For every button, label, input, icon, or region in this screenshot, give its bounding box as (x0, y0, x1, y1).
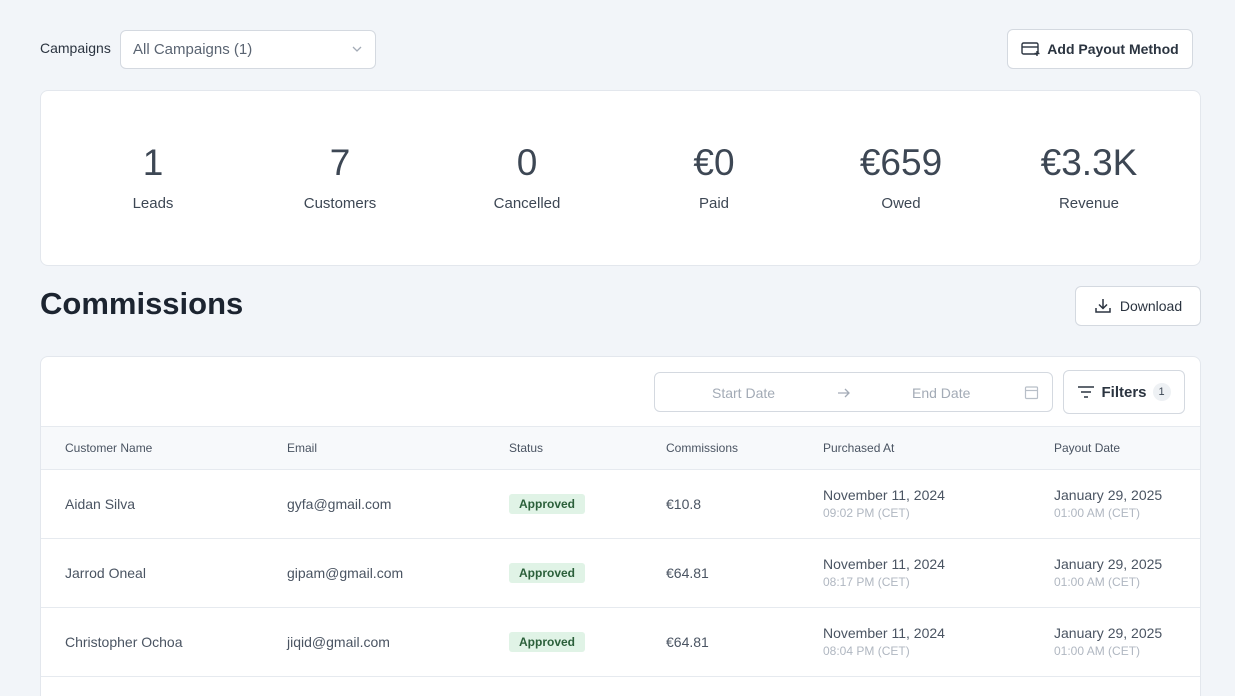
commission-amount: €10.8 (666, 496, 702, 512)
stat-label: Cancelled (493, 195, 561, 212)
filters-count-badge: 1 (1152, 383, 1171, 401)
stat-value: 7 (329, 142, 351, 183)
filter-lines-icon (1078, 386, 1095, 398)
stat-leads: 1 Leads (73, 141, 233, 212)
customer-name: Aidan Silva (65, 496, 136, 512)
customer-email: jiqid@gmail.com (287, 634, 390, 650)
stat-paid: €0 Paid (634, 141, 794, 212)
status-badge: Approved (509, 494, 586, 514)
customer-name: Christopher Ochoa (65, 634, 183, 650)
chevron-down-icon (352, 46, 362, 52)
purchased-date: November 11, 2024 (823, 487, 945, 503)
stat-value: €3.3K (1040, 142, 1138, 183)
stat-label: Customers (303, 195, 377, 212)
page-title: Commissions (40, 286, 244, 321)
column-header[interactable]: Status (509, 441, 543, 455)
date-range-picker[interactable]: Start Date End Date (654, 372, 1053, 412)
campaign-select-value: All Campaigns (1) (133, 41, 253, 58)
download-label: Download (1119, 298, 1183, 314)
arrow-right-icon (838, 388, 850, 398)
calendar-icon (1024, 386, 1039, 400)
start-date-input[interactable]: Start Date (712, 385, 775, 401)
purchased-date: November 11, 2024 (823, 625, 945, 641)
purchased-time: 08:04 PM (CET) (823, 644, 910, 658)
purchased-time: 08:17 PM (CET) (823, 575, 910, 589)
column-header[interactable]: Customer Name (65, 441, 152, 455)
card-plus-icon (1021, 42, 1040, 56)
status-badge: Approved (509, 563, 586, 583)
table-row[interactable]: Aidan Silva gyfa@gmail.com Approved €10.… (41, 470, 1200, 539)
column-header[interactable]: Email (287, 441, 317, 455)
payout-date: January 29, 2025 (1054, 487, 1163, 503)
column-header[interactable]: Commissions (666, 441, 738, 455)
add-payout-method-button[interactable]: Add Payout Method (1007, 29, 1193, 69)
download-button[interactable]: Download (1075, 286, 1201, 326)
payout-time: 01:00 AM (CET) (1054, 506, 1141, 520)
commissions-table: Start Date End Date Filters 1 Customer N… (40, 356, 1201, 696)
table-row[interactable]: Christopher Ochoa jiqid@gmail.com Approv… (41, 608, 1200, 677)
stat-customers: 7 Customers (260, 141, 420, 212)
payout-time: 01:00 AM (CET) (1054, 575, 1141, 589)
column-header[interactable]: Purchased At (823, 441, 894, 455)
column-header[interactable]: Payout Date (1054, 441, 1120, 455)
stat-label: Revenue (1058, 195, 1120, 212)
table-header: Customer Name Email Status Commissions P… (41, 426, 1200, 470)
end-date-input[interactable]: End Date (912, 385, 970, 401)
filters-button[interactable]: Filters 1 (1063, 370, 1185, 414)
stat-owed: €659 Owed (821, 141, 981, 212)
stat-revenue: €3.3K Revenue (1009, 141, 1169, 212)
payout-time: 01:00 AM (CET) (1054, 644, 1141, 658)
customer-email: gyfa@gmail.com (287, 496, 392, 512)
campaigns-label: Campaigns (40, 40, 111, 56)
commission-amount: €64.81 (666, 634, 709, 650)
table-row[interactable]: Jarrod Oneal gipam@gmail.com Approved €6… (41, 539, 1200, 608)
add-payout-method-label: Add Payout Method (1047, 41, 1179, 57)
payout-date: January 29, 2025 (1054, 556, 1163, 572)
status-badge: Approved (509, 632, 586, 652)
campaign-select[interactable]: All Campaigns (1) (120, 30, 376, 69)
stat-cancelled: 0 Cancelled (447, 141, 607, 212)
purchased-time: 09:02 PM (CET) (823, 506, 910, 520)
customer-email: gipam@gmail.com (287, 565, 404, 581)
payout-date: January 29, 2025 (1054, 625, 1163, 641)
download-icon (1095, 299, 1111, 313)
stats-card: 1 Leads 7 Customers 0 Cancelled €0 Paid … (40, 90, 1201, 266)
stat-label: Leads (132, 195, 174, 212)
stat-value: €0 (693, 142, 735, 183)
customer-name: Jarrod Oneal (65, 565, 146, 581)
filters-label: Filters (1101, 383, 1147, 401)
purchased-date: November 11, 2024 (823, 556, 945, 572)
stat-value: 0 (516, 142, 538, 183)
stat-label: Paid (698, 195, 730, 212)
stat-value: 1 (142, 142, 164, 183)
commission-amount: €64.81 (666, 565, 709, 581)
stat-value: €659 (859, 142, 943, 183)
stat-label: Owed (881, 195, 921, 212)
